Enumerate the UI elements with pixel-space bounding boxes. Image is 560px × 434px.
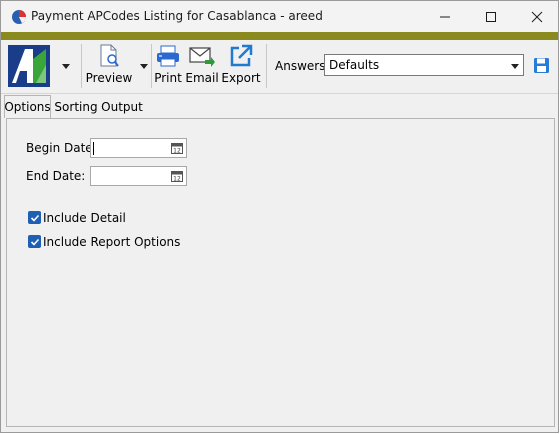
accent-stripe (1, 32, 558, 40)
toolbar-separator (151, 44, 152, 88)
answers-select[interactable]: Defaults (324, 54, 524, 76)
include-detail-checkbox[interactable] (28, 211, 41, 224)
answers-value: Defaults (329, 58, 380, 72)
logo-menu-caret-icon[interactable] (61, 61, 71, 71)
app-logo-icon[interactable] (8, 45, 50, 87)
minimize-button[interactable] (422, 1, 468, 33)
include-report-options-label[interactable]: Include Report Options (43, 235, 180, 249)
title-bar: Payment APCodes Listing for Casablanca -… (1, 1, 558, 33)
checkmark-icon (30, 238, 39, 246)
email-button[interactable]: Email (185, 44, 219, 88)
printer-icon (157, 45, 179, 67)
text-cursor (93, 142, 94, 155)
email-label: Email (185, 71, 219, 85)
include-detail-label[interactable]: Include Detail (43, 211, 126, 225)
close-icon (531, 11, 543, 23)
end-date-field[interactable]: 12 (90, 166, 187, 186)
svg-text:12: 12 (173, 176, 181, 183)
app-pie-icon (12, 10, 26, 24)
toolbar: Preview Print Email Export Answers: Defa… (1, 40, 558, 94)
window-title: Payment APCodes Listing for Casablanca -… (31, 9, 323, 23)
export-label: Export (221, 71, 261, 85)
preview-dropdown-caret-icon[interactable] (139, 61, 149, 71)
export-button[interactable]: Export (221, 44, 261, 88)
calendar-icon[interactable]: 12 (171, 142, 183, 154)
maximize-button[interactable] (468, 1, 514, 33)
tab-options-label: Options (4, 100, 51, 114)
tab-output-label: Output (101, 100, 143, 114)
close-button[interactable] (514, 1, 560, 33)
begin-date-field[interactable]: 12 (90, 138, 187, 158)
preview-icon (100, 44, 119, 67)
tab-output[interactable]: Output (101, 97, 143, 117)
email-icon (189, 47, 215, 67)
export-icon (230, 44, 253, 67)
toolbar-separator (266, 44, 267, 88)
checkmark-icon (30, 214, 39, 222)
toolbar-separator (81, 44, 82, 88)
tab-strip: Options Sorting Output (1, 94, 558, 118)
tab-sorting[interactable]: Sorting (54, 97, 98, 117)
preview-button[interactable]: Preview (86, 44, 132, 88)
svg-text:12: 12 (173, 148, 181, 155)
print-button[interactable]: Print (153, 44, 183, 88)
calendar-icon[interactable]: 12 (171, 170, 183, 182)
maximize-icon (486, 12, 496, 22)
report-window: Payment APCodes Listing for Casablanca -… (0, 0, 559, 433)
tab-sorting-label: Sorting (54, 100, 98, 114)
begin-date-label: Begin Date: (26, 141, 97, 155)
answers-label: Answers: (275, 59, 330, 73)
end-date-label: End Date: (26, 169, 86, 183)
chevron-down-icon (511, 64, 519, 69)
options-panel: Begin Date: 12 End Date: 12 Include Deta… (6, 118, 555, 427)
print-label: Print (154, 71, 182, 85)
preview-label: Preview (85, 71, 133, 85)
include-report-options-checkbox[interactable] (28, 235, 41, 248)
tab-options[interactable]: Options (4, 95, 51, 118)
minimize-icon (440, 16, 450, 18)
save-icon[interactable] (533, 57, 550, 74)
